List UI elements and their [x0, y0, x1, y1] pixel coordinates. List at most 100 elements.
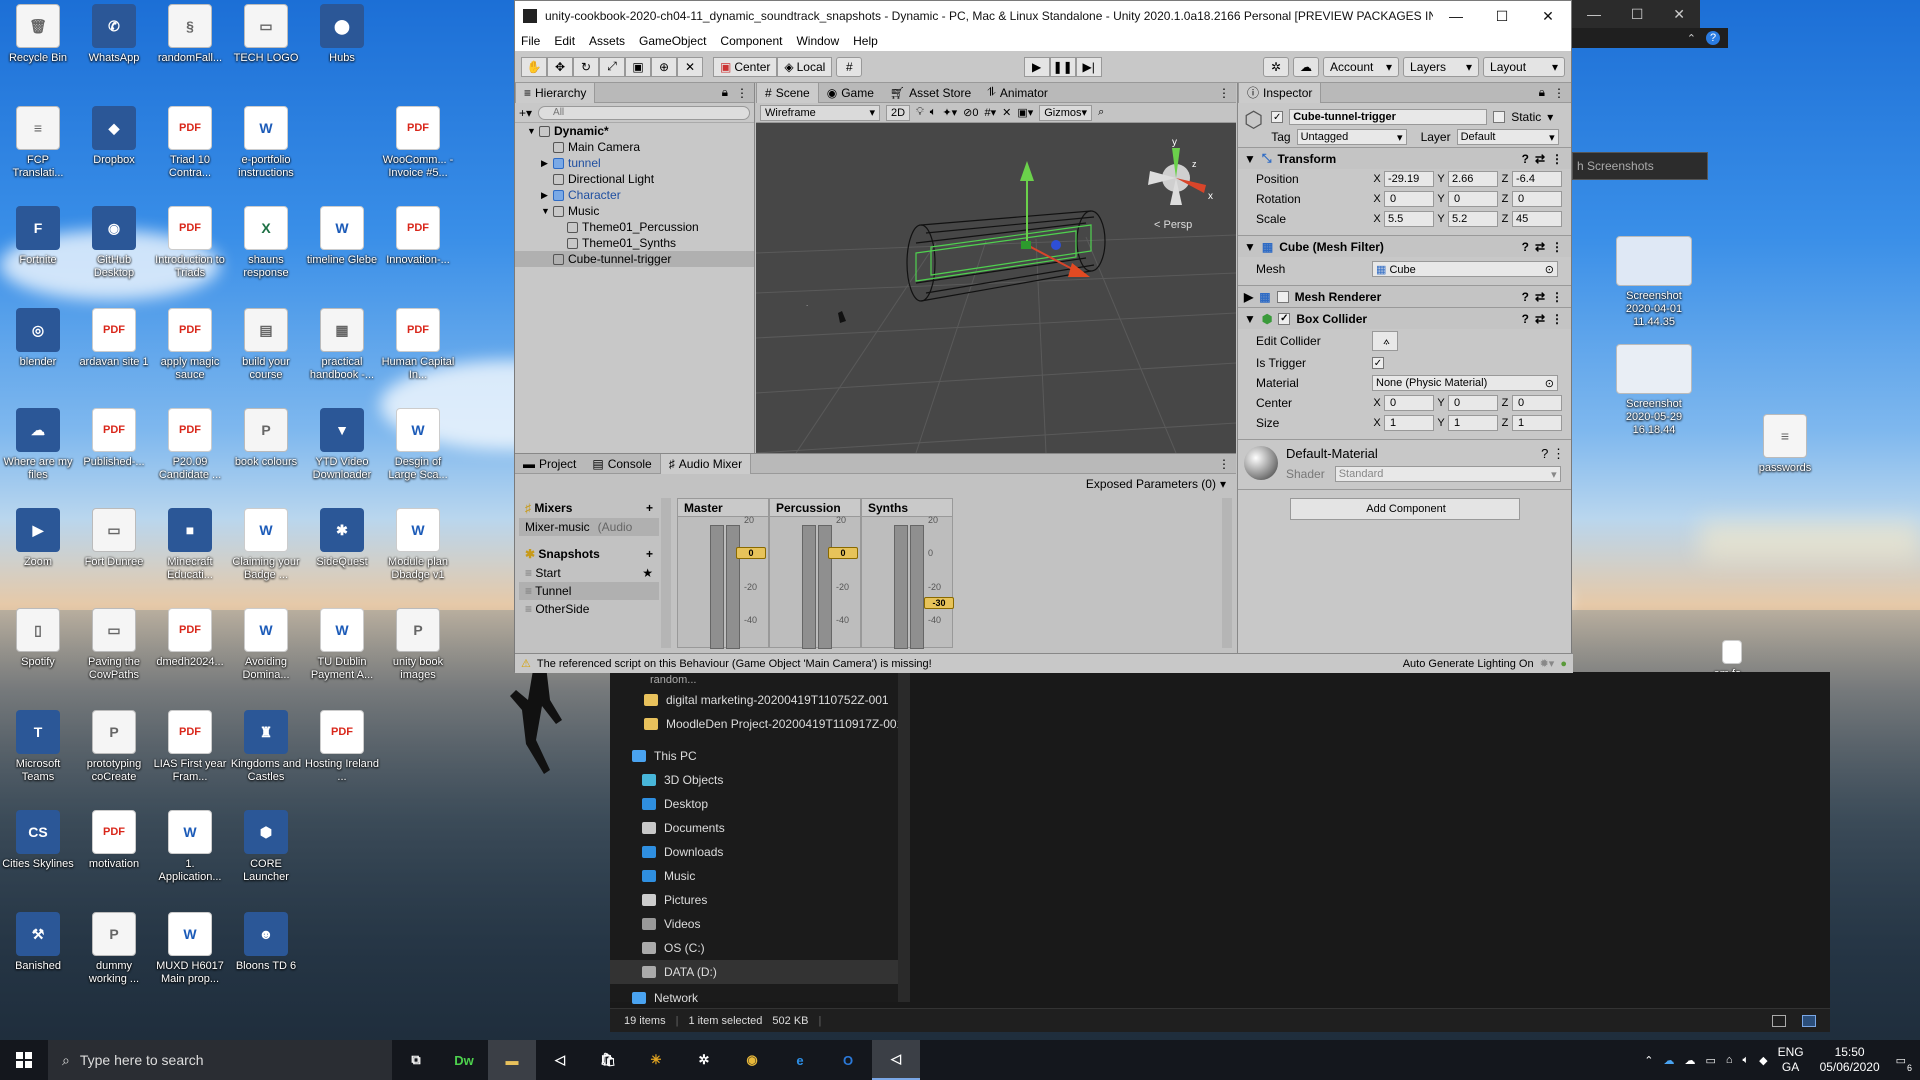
chevron-up-icon[interactable]: ⌃ — [1687, 32, 1696, 45]
shading-mode-dropdown[interactable]: Wireframe ▾ — [760, 104, 880, 121]
object-name-input[interactable]: Cube-tunnel-trigger — [1289, 109, 1488, 125]
menu-item-assets[interactable]: Assets — [589, 34, 625, 48]
scene-orientation-gizmo[interactable]: y x z — [1148, 137, 1213, 205]
tiles-view-icon[interactable] — [1802, 1014, 1816, 1027]
hierarchy-search-input[interactable] — [538, 105, 750, 120]
tools-icon[interactable]: ✕ — [1002, 106, 1011, 119]
menu-item-window[interactable]: Window — [796, 34, 839, 48]
gizmos-dropdown[interactable]: Gizmos ▾ — [1039, 104, 1093, 121]
help-icon[interactable]: ? — [1522, 152, 1529, 166]
hierarchy-item[interactable]: ▶ tunnel — [515, 155, 754, 171]
explorer-nav-item[interactable]: Music — [610, 864, 910, 888]
hierarchy-item[interactable]: Cube-tunnel-trigger — [515, 251, 754, 267]
desktop-icon[interactable]: 🗑 Recycle Bin — [1, 4, 75, 65]
preset-icon[interactable]: ⇄ — [1535, 240, 1545, 254]
layout-dropdown[interactable]: Layout ▾ — [1483, 56, 1566, 77]
hierarchy-item[interactable]: Directional Light — [515, 171, 754, 187]
custom-tool-icon[interactable]: ✕ — [677, 56, 703, 77]
tab-project[interactable]: ▬ Project — [515, 454, 584, 474]
physic-material-field[interactable]: None (Physic Material) ⊙ — [1372, 375, 1558, 391]
explorer-nav-item[interactable]: DATA (D:) — [610, 960, 910, 984]
box-collider-component-header[interactable]: ▼ ⬢ ✓ Box Collider ? ⇄ ⋮ — [1238, 307, 1571, 329]
desktop-icon[interactable]: W Avoiding Domina... — [229, 608, 303, 682]
store-icon[interactable]: 🛍︎ — [584, 1040, 632, 1080]
menu-item-file[interactable]: File — [521, 34, 540, 48]
file-explorer-icon[interactable]: ▬ — [488, 1040, 536, 1080]
mesh-filter-component-header[interactable]: ▼ ▦ Cube (Mesh Filter) ? ⇄ ⋮ — [1238, 235, 1571, 257]
tab-animator[interactable]: ⥮ Animator — [979, 83, 1056, 103]
hierarchy-item[interactable]: ▶ Character — [515, 187, 754, 203]
desktop-icon[interactable]: ■ Minecraft Educati... — [153, 508, 227, 582]
settings-icon[interactable]: ✲ — [680, 1040, 728, 1080]
tab-scene[interactable]: # Scene — [756, 83, 819, 103]
drag-handle-icon[interactable]: ≡ — [525, 566, 535, 580]
taskbar-search-box[interactable]: ⌕ Type here to search — [48, 1040, 392, 1080]
menu-item-help[interactable]: Help — [853, 34, 878, 48]
effects-icon[interactable]: ✦▾ — [942, 106, 957, 119]
volume-icon[interactable]: 🔈︎ — [1743, 1054, 1750, 1067]
desktop-icon[interactable]: W Desgin of Large Sca... — [381, 408, 455, 482]
outlook-icon[interactable]: O — [824, 1040, 872, 1080]
kebab-menu-icon[interactable]: ⋮ — [736, 86, 748, 100]
layer-dropdown[interactable]: Default ▾ — [1456, 129, 1559, 145]
play-icon[interactable]: ▶ — [1023, 56, 1050, 77]
desktop-icon[interactable]: ▯ Spotify — [1, 608, 75, 669]
active-checkbox[interactable]: ✓ — [1271, 111, 1284, 123]
help-icon[interactable]: ? — [1522, 240, 1529, 254]
size-x-field[interactable]: 1 — [1384, 415, 1434, 431]
explorer-nav-item[interactable]: 3D Objects — [610, 768, 910, 792]
add-snapshot-icon[interactable]: + — [646, 547, 653, 561]
start-button[interactable] — [0, 1040, 48, 1080]
center-pivot-button[interactable]: ▣ Center — [713, 56, 778, 77]
scale-tool-icon[interactable]: ⤢ — [599, 56, 625, 77]
desktop-icon[interactable]: ▼ YTD Video Downloader — [305, 408, 379, 482]
scene-viewport[interactable]: . y x z < Persp — [756, 123, 1236, 453]
language-indicator[interactable]: ENG GA — [1778, 1045, 1804, 1075]
onedrive-personal-icon[interactable]: ☁ — [1684, 1054, 1695, 1067]
desktop-icon[interactable]: W TU Dublin Payment A... — [305, 608, 379, 682]
kebab-menu-icon[interactable]: ⋮ — [1552, 446, 1565, 461]
desktop-icon[interactable]: PDF Innovation-... — [381, 206, 455, 267]
collab-status-icon[interactable]: ● — [1560, 658, 1567, 670]
dreamweaver-icon[interactable]: Dw — [440, 1040, 488, 1080]
rotation-z-field[interactable]: 0 — [1512, 191, 1562, 207]
hierarchy-item[interactable]: Theme01_Synths — [515, 235, 754, 251]
hierarchy-item[interactable]: ▼ Music — [515, 203, 754, 219]
desktop-icon[interactable]: § randomFall... — [153, 4, 227, 65]
desktop-icon[interactable]: PDF dmedh2024... — [153, 608, 227, 669]
desktop-icon[interactable]: Pprototyping coCreate — [77, 710, 151, 784]
task-view-icon[interactable]: ⧉ — [392, 1040, 440, 1080]
scale-z-field[interactable]: 45 — [1512, 211, 1562, 227]
desktop-icon[interactable]: PDF Hosting Ireland ... — [305, 710, 379, 784]
desktop-icon[interactable]: We-portfolio instructions — [229, 106, 303, 180]
explorer-nav-item[interactable]: Downloads — [610, 840, 910, 864]
hand-tool-icon[interactable]: ✋ — [521, 56, 547, 77]
mesh-object-field[interactable]: ▦ Cube ⊙ — [1372, 261, 1558, 277]
desktop-icon[interactable]: ☻ Bloons TD 6 — [229, 912, 303, 973]
grid-snap-icon[interactable]: # — [836, 56, 863, 77]
explorer-nav-item[interactable]: This PC — [610, 744, 910, 768]
desktop-icon[interactable]: Wtimeline Glebe — [305, 206, 379, 267]
desktop-icon[interactable]: ▶ Zoom — [1, 508, 75, 569]
help-icon[interactable]: ? — [1522, 312, 1529, 326]
mesh-renderer-component-header[interactable]: ▶ ▦ Mesh Renderer ? ⇄ ⋮ — [1238, 285, 1571, 307]
explorer-nav-item[interactable]: Desktop — [610, 792, 910, 816]
explorer-nav-item[interactable]: OS (C:) — [610, 936, 910, 960]
snapshot-item[interactable]: ≡ Tunnel — [519, 582, 659, 600]
desktop-icon[interactable]: ⚒ Banished — [1, 912, 75, 973]
rotate-tool-icon[interactable]: ↻ — [573, 56, 599, 77]
pivot-center[interactable] — [1021, 241, 1031, 249]
desktop-icon[interactable]: T Microsoft Teams — [1, 710, 75, 784]
scale-x-field[interactable]: 5.5 — [1384, 211, 1434, 227]
volume-fader[interactable]: -30 — [924, 597, 954, 610]
tab-audio-mixer[interactable]: ♯ Audio Mixer — [659, 453, 752, 474]
battery-icon[interactable]: ▭ — [1705, 1054, 1715, 1067]
add-icon[interactable]: +▾ — [519, 106, 532, 120]
edit-collider-button[interactable]: ⟑ — [1372, 331, 1398, 351]
details-view-icon[interactable] — [1772, 1014, 1786, 1027]
tab-inspector[interactable]: ⓘ Inspector — [1238, 82, 1322, 103]
collab-icon[interactable]: ✲ — [1263, 56, 1290, 77]
kebab-menu-icon[interactable]: ⋮ — [1218, 457, 1230, 471]
desktop-icon[interactable]: ◆ Dropbox — [77, 106, 151, 167]
desktop-icon[interactable]: PDF WooComm... - Invoice #5... — [381, 106, 455, 180]
